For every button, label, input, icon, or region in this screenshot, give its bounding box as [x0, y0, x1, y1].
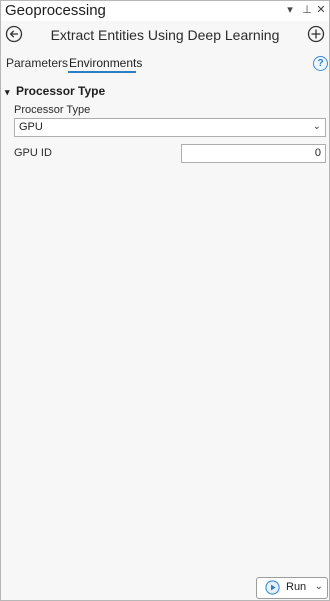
play-icon: [265, 580, 280, 595]
gpu-id-label: GPU ID: [14, 147, 52, 159]
chevron-down-icon: ▾: [5, 87, 10, 97]
geoprocessing-pane: Geoprocessing ▾ ⊥ ✕ Extract Entities Usi…: [0, 0, 330, 601]
active-tab-indicator: [68, 71, 136, 73]
chevron-down-icon: ⌄: [312, 121, 321, 132]
section-processor-type[interactable]: ▾ Processor Type: [5, 84, 105, 98]
add-circle-icon[interactable]: [307, 25, 325, 43]
back-arrow-icon[interactable]: [5, 25, 23, 43]
tab-parameters[interactable]: Parameters: [6, 56, 68, 70]
tab-bar: Parameters Environments: [1, 53, 329, 77]
pane-menu-icon[interactable]: ▾: [283, 3, 297, 17]
run-options-icon[interactable]: ⌄: [315, 581, 323, 592]
run-label: Run: [286, 581, 307, 593]
pane-titlebar: Geoprocessing ▾ ⊥ ✕: [1, 1, 329, 21]
help-icon[interactable]: ?: [313, 56, 328, 71]
tool-header: Extract Entities Using Deep Learning: [1, 21, 329, 49]
processor-type-label: Processor Type: [14, 104, 91, 116]
gpu-id-value: 0: [314, 147, 321, 159]
gpu-id-input[interactable]: 0: [181, 144, 326, 163]
processor-type-value: GPU: [19, 121, 43, 133]
tool-title: Extract Entities Using Deep Learning: [50, 27, 280, 43]
section-title: Processor Type: [16, 84, 106, 98]
processor-type-select[interactable]: GPU ⌄: [14, 118, 326, 137]
close-icon[interactable]: ✕: [314, 3, 328, 17]
pane-title: Geoprocessing: [5, 2, 106, 19]
tab-environments[interactable]: Environments: [69, 56, 142, 70]
pin-icon[interactable]: ⊥: [300, 3, 314, 17]
run-button[interactable]: Run ⌄: [256, 577, 328, 599]
